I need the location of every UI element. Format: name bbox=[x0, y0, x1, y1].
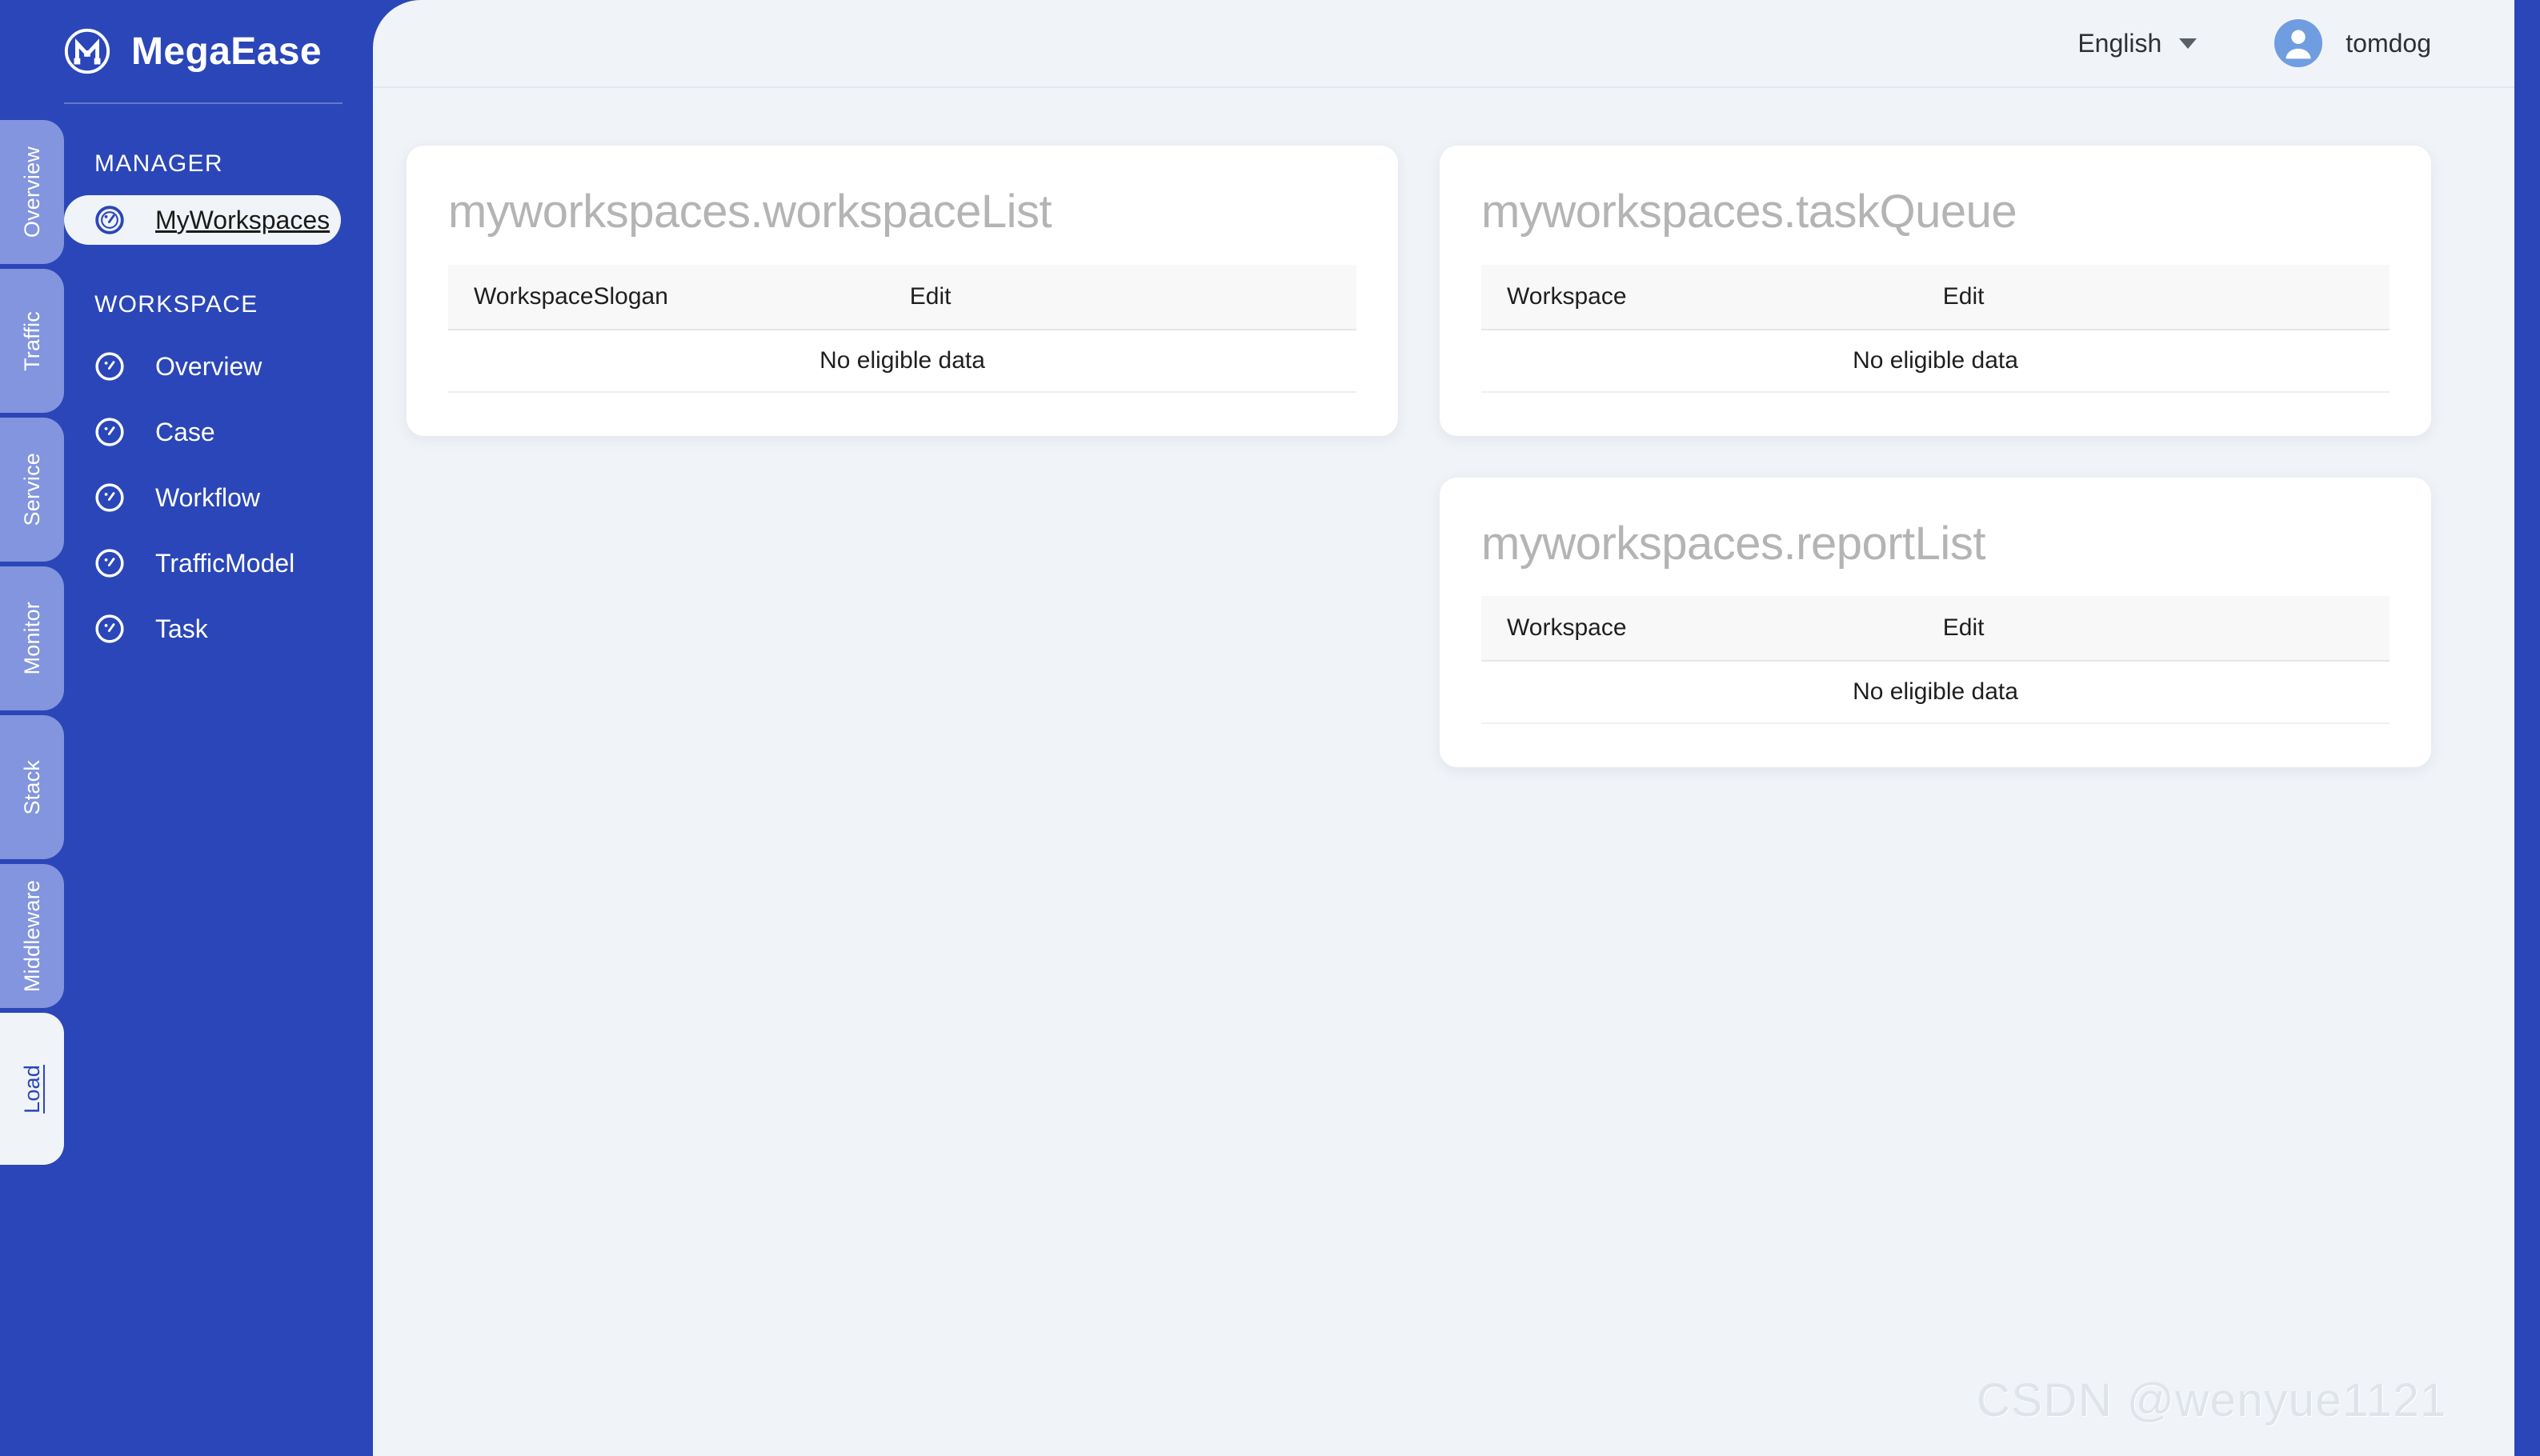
user-menu[interactable]: tomdog bbox=[2274, 18, 2431, 68]
sidebar-item-myworkspaces[interactable]: MyWorkspaces bbox=[64, 195, 341, 245]
sidebar-item-label: Overview bbox=[155, 352, 262, 382]
user-name: tomdog bbox=[2346, 29, 2431, 58]
cards-column-right: myworkspaces.taskQueue Workspace Edit No… bbox=[1440, 146, 2431, 767]
gauge-icon bbox=[94, 417, 125, 447]
product-tab-middleware[interactable]: Middleware bbox=[0, 864, 64, 1008]
language-selector-value: English bbox=[2077, 29, 2161, 58]
product-tab-label: Stack bbox=[20, 760, 45, 815]
card-workspace-list: myworkspaces.workspaceList WorkspaceSlog… bbox=[407, 146, 1398, 436]
top-bar: English tomdog bbox=[373, 0, 2514, 88]
sidebar-item-label: TrafficModel bbox=[155, 549, 294, 578]
sidebar-item-label: MyWorkspaces bbox=[155, 206, 330, 235]
gauge-icon bbox=[94, 548, 125, 578]
table-header-row: Workspace Edit bbox=[1481, 265, 2390, 330]
product-tab-overview[interactable]: Overview bbox=[0, 120, 64, 264]
cards-column-left: myworkspaces.workspaceList WorkspaceSlog… bbox=[407, 146, 1398, 436]
product-tab-monitor[interactable]: Monitor bbox=[0, 566, 64, 710]
product-tab-label: Load bbox=[20, 1065, 45, 1114]
table-header-row: WorkspaceSlogan Edit bbox=[448, 265, 1356, 330]
gauge-icon bbox=[94, 614, 125, 644]
card-title: myworkspaces.taskQueue bbox=[1481, 186, 2390, 239]
sidebar-item-overview[interactable]: Overview bbox=[64, 338, 341, 395]
chevron-down-icon bbox=[2179, 38, 2197, 49]
card-title: myworkspaces.reportList bbox=[1481, 518, 2390, 571]
gauge-icon bbox=[94, 351, 125, 382]
empty-state-text: No eligible data bbox=[1853, 347, 2018, 374]
content-panel: English tomdog myworkspaces.workspaceLis… bbox=[373, 0, 2514, 1456]
table-column-header: Edit bbox=[1917, 614, 2390, 642]
report-list-table: Workspace Edit No eligible data bbox=[1481, 596, 2390, 724]
sidebar-item-workflow[interactable]: Workflow bbox=[64, 469, 341, 526]
product-tab-label: Middleware bbox=[20, 880, 45, 992]
card-report-list: myworkspaces.reportList Workspace Edit N… bbox=[1440, 478, 2431, 768]
card-title: myworkspaces.workspaceList bbox=[448, 186, 1356, 239]
empty-state-text: No eligible data bbox=[819, 347, 985, 374]
table-column-header: WorkspaceSlogan bbox=[448, 283, 884, 310]
sidebar-item-label: Case bbox=[155, 418, 215, 447]
product-tab-label: Overview bbox=[20, 146, 45, 238]
table-column-header: Workspace bbox=[1481, 614, 1917, 642]
product-tab-traffic[interactable]: Traffic bbox=[0, 269, 64, 413]
product-tab-service[interactable]: Service bbox=[0, 418, 64, 562]
sidebar-item-label: Workflow bbox=[155, 483, 260, 513]
language-selector[interactable]: English bbox=[2077, 29, 2197, 58]
sidebar-item-case[interactable]: Case bbox=[64, 403, 341, 461]
gauge-icon bbox=[94, 482, 125, 513]
megaease-logo-icon bbox=[62, 26, 112, 76]
table-empty-row: No eligible data bbox=[1481, 330, 2390, 393]
sidebar-item-label: Task bbox=[155, 614, 208, 644]
cards-area: myworkspaces.workspaceList WorkspaceSlog… bbox=[373, 88, 2514, 767]
watermark: CSDN @wenyue1121 bbox=[1977, 1374, 2447, 1427]
table-empty-row: No eligible data bbox=[448, 330, 1356, 393]
product-tab-rail: Overview Traffic Service Monitor Stack M… bbox=[0, 0, 64, 1456]
table-column-header: Workspace bbox=[1481, 283, 1917, 310]
sidebar-divider bbox=[64, 102, 343, 104]
sidebar-item-task[interactable]: Task bbox=[64, 600, 341, 658]
user-avatar-icon bbox=[2274, 18, 2323, 68]
table-column-header: Edit bbox=[1917, 283, 2390, 310]
product-tab-stack[interactable]: Stack bbox=[0, 715, 64, 859]
card-task-queue: myworkspaces.taskQueue Workspace Edit No… bbox=[1440, 146, 2431, 436]
table-empty-row: No eligible data bbox=[1481, 662, 2390, 724]
product-tab-label: Monitor bbox=[20, 602, 45, 674]
empty-state-text: No eligible data bbox=[1853, 678, 2018, 706]
product-tab-label: Service bbox=[20, 453, 45, 526]
brand-name: MegaEase bbox=[131, 30, 322, 74]
sidebar-item-trafficmodel[interactable]: TrafficModel bbox=[64, 534, 341, 592]
gauge-icon bbox=[94, 205, 125, 235]
product-tab-label: Traffic bbox=[20, 311, 45, 371]
workspace-list-table: WorkspaceSlogan Edit No eligible data bbox=[448, 265, 1356, 393]
product-tab-load[interactable]: Load bbox=[0, 1013, 64, 1165]
table-header-row: Workspace Edit bbox=[1481, 596, 2390, 662]
task-queue-table: Workspace Edit No eligible data bbox=[1481, 265, 2390, 393]
table-column-header: Edit bbox=[884, 283, 1356, 310]
